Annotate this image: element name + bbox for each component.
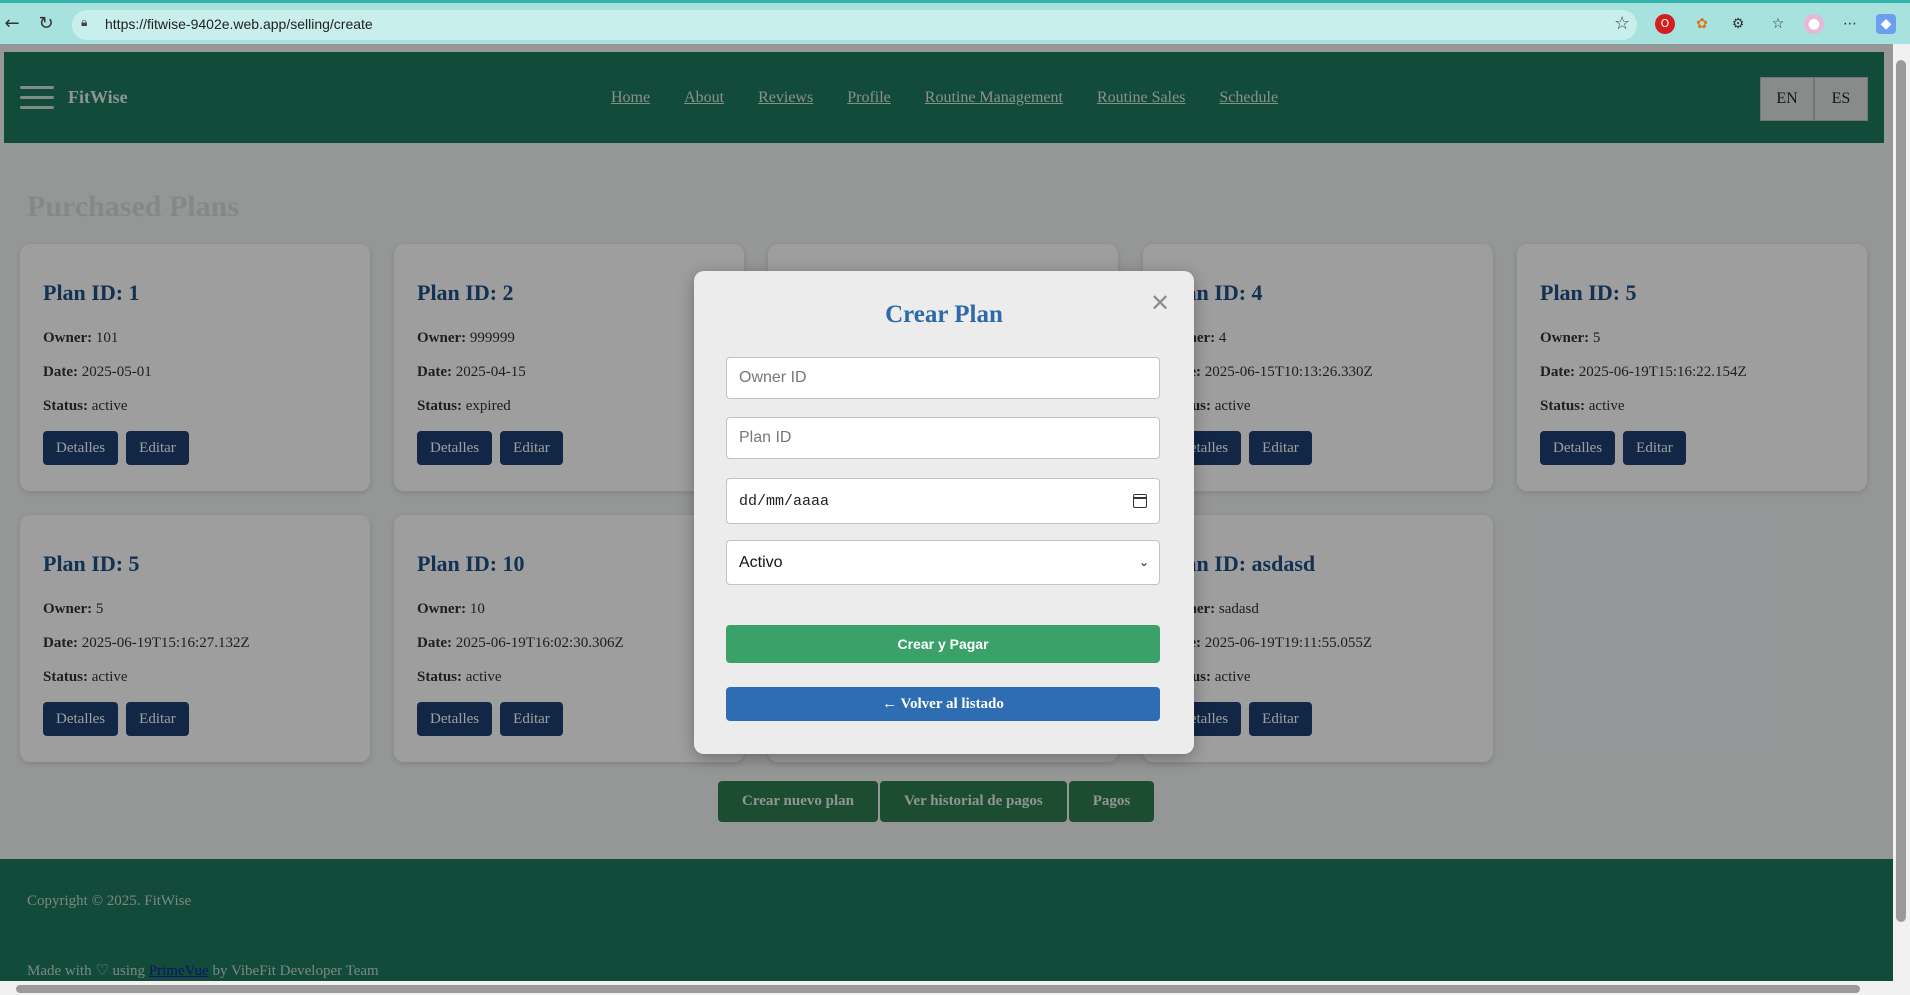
date-input[interactable]: dd/mm/aaaa xyxy=(726,478,1160,524)
bookmark-star-icon[interactable]: ☆ xyxy=(1614,13,1630,34)
create-and-pay-button[interactable]: Crear y Pagar xyxy=(726,625,1160,663)
close-icon[interactable]: ✕ xyxy=(1150,291,1170,315)
more-menu-icon[interactable]: ⋯ xyxy=(1840,14,1860,34)
copilot-icon[interactable]: ◆ xyxy=(1876,14,1896,34)
url-text[interactable]: https://fitwise-9402e.web.app/selling/cr… xyxy=(105,16,373,32)
lock-icon[interactable]: 🔒︎ xyxy=(81,15,87,30)
opera-extension-icon[interactable]: O xyxy=(1655,14,1675,34)
back-to-list-button[interactable]: ← Volver al listado xyxy=(726,687,1160,721)
create-plan-dialog: Crear Plan ✕ Owner ID Plan ID dd/mm/aaaa… xyxy=(694,271,1194,754)
status-selected: Activo xyxy=(739,554,783,571)
profile-avatar-icon[interactable]: ● xyxy=(1804,14,1824,34)
chevron-down-icon: ⌄ xyxy=(1138,555,1149,569)
back-icon[interactable]: ← xyxy=(0,12,24,36)
reload-icon[interactable]: ↻ xyxy=(34,12,58,36)
vertical-scrollbar-thumb[interactable] xyxy=(1896,60,1906,922)
plan-id-input[interactable]: Plan ID xyxy=(726,417,1160,459)
extension-icon[interactable]: ✿ xyxy=(1692,14,1712,34)
status-select[interactable]: Activo ⌄ xyxy=(726,540,1160,585)
calendar-icon[interactable] xyxy=(1133,494,1147,508)
owner-id-input[interactable]: Owner ID xyxy=(726,357,1160,399)
horizontal-scrollbar-thumb[interactable] xyxy=(16,985,1860,993)
browser-toolbar: ← ↻ 🔒︎ https://fitwise-9402e.web.app/sel… xyxy=(0,0,1910,44)
dialog-title: Crear Plan xyxy=(885,301,1003,328)
puzzle-extensions-icon[interactable]: ⚙ xyxy=(1728,14,1748,34)
date-placeholder: dd/mm/aaaa xyxy=(739,493,830,510)
favorites-icon[interactable]: ☆ xyxy=(1768,14,1788,34)
